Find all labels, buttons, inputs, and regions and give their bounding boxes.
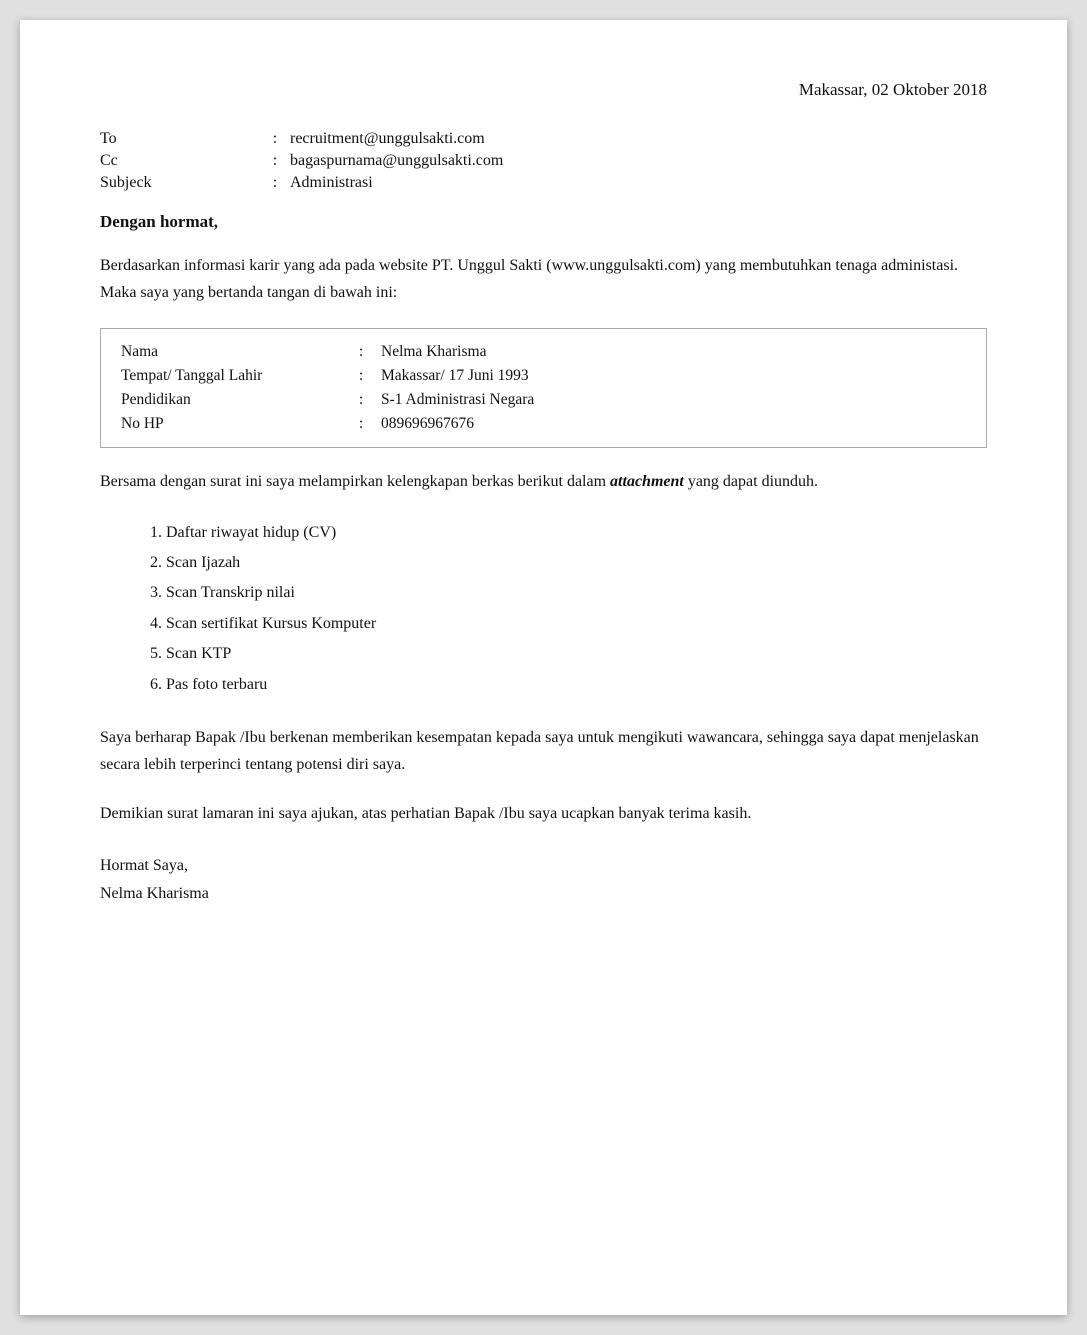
list-item: 5. Scan KTP: [150, 639, 987, 669]
nohp-colon: :: [341, 415, 381, 433]
nohp-label: No HP: [121, 415, 341, 433]
final-paragraph: Demikian surat lamaran ini saya ajukan, …: [100, 800, 987, 827]
nama-colon: :: [341, 343, 381, 361]
nama-label: Nama: [121, 343, 341, 361]
nama-row: Nama : Nelma Kharisma: [121, 343, 966, 361]
to-value: recruitment@unggulsakti.com: [290, 130, 987, 148]
attachment-italic: attachment: [610, 473, 684, 490]
cc-colon: :: [260, 152, 290, 170]
ttl-colon: :: [341, 367, 381, 385]
attachment-text-before: Bersama dengan surat ini saya melampirka…: [100, 473, 610, 490]
salutation: Hormat Saya,: [100, 857, 987, 875]
attachment-paragraph: Bersama dengan surat ini saya melampirka…: [100, 468, 987, 495]
pendidikan-colon: :: [341, 391, 381, 409]
subject-value: Administrasi: [290, 174, 987, 192]
cc-value: bagaspurnama@unggulsakti.com: [290, 152, 987, 170]
info-box: Nama : Nelma Kharisma Tempat/ Tanggal La…: [100, 328, 987, 448]
ttl-row: Tempat/ Tanggal Lahir : Makassar/ 17 Jun…: [121, 367, 966, 385]
to-label: To: [100, 130, 260, 148]
intro-paragraph: Berdasarkan informasi karir yang ada pad…: [100, 252, 987, 306]
signature-name: Nelma Kharisma: [100, 885, 987, 903]
to-row: To : recruitment@unggulsakti.com: [100, 130, 987, 148]
attachment-text-after: yang dapat diunduh.: [684, 473, 818, 490]
letter-header: To : recruitment@unggulsakti.com Cc : ba…: [100, 130, 987, 192]
ttl-value: Makassar/ 17 Juni 1993: [381, 367, 966, 385]
subject-label: Subjeck: [100, 174, 260, 192]
closing-paragraph-1: Saya berharap Bapak /Ibu berkenan member…: [100, 724, 987, 778]
nohp-row: No HP : 089696967676: [121, 415, 966, 433]
subject-row: Subjeck : Administrasi: [100, 174, 987, 192]
list-item: 4. Scan sertifikat Kursus Komputer: [150, 609, 987, 639]
to-colon: :: [260, 130, 290, 148]
pendidikan-row: Pendidikan : S-1 Administrasi Negara: [121, 391, 966, 409]
date: Makassar, 02 Oktober 2018: [100, 80, 987, 100]
pendidikan-value: S-1 Administrasi Negara: [381, 391, 966, 409]
nama-value: Nelma Kharisma: [381, 343, 966, 361]
numbered-list: 1. Daftar riwayat hidup (CV)2. Scan Ijaz…: [150, 518, 987, 700]
cc-label: Cc: [100, 152, 260, 170]
nohp-value: 089696967676: [381, 415, 966, 433]
letter-page: Makassar, 02 Oktober 2018 To : recruitme…: [20, 20, 1067, 1315]
pendidikan-label: Pendidikan: [121, 391, 341, 409]
cc-row: Cc : bagaspurnama@unggulsakti.com: [100, 152, 987, 170]
list-item: 3. Scan Transkrip nilai: [150, 578, 987, 608]
subject-colon: :: [260, 174, 290, 192]
list-item: 1. Daftar riwayat hidup (CV): [150, 518, 987, 548]
list-item: 6. Pas foto terbaru: [150, 670, 987, 700]
greeting: Dengan hormat,: [100, 212, 987, 232]
list-item: 2. Scan Ijazah: [150, 548, 987, 578]
ttl-label: Tempat/ Tanggal Lahir: [121, 367, 341, 385]
